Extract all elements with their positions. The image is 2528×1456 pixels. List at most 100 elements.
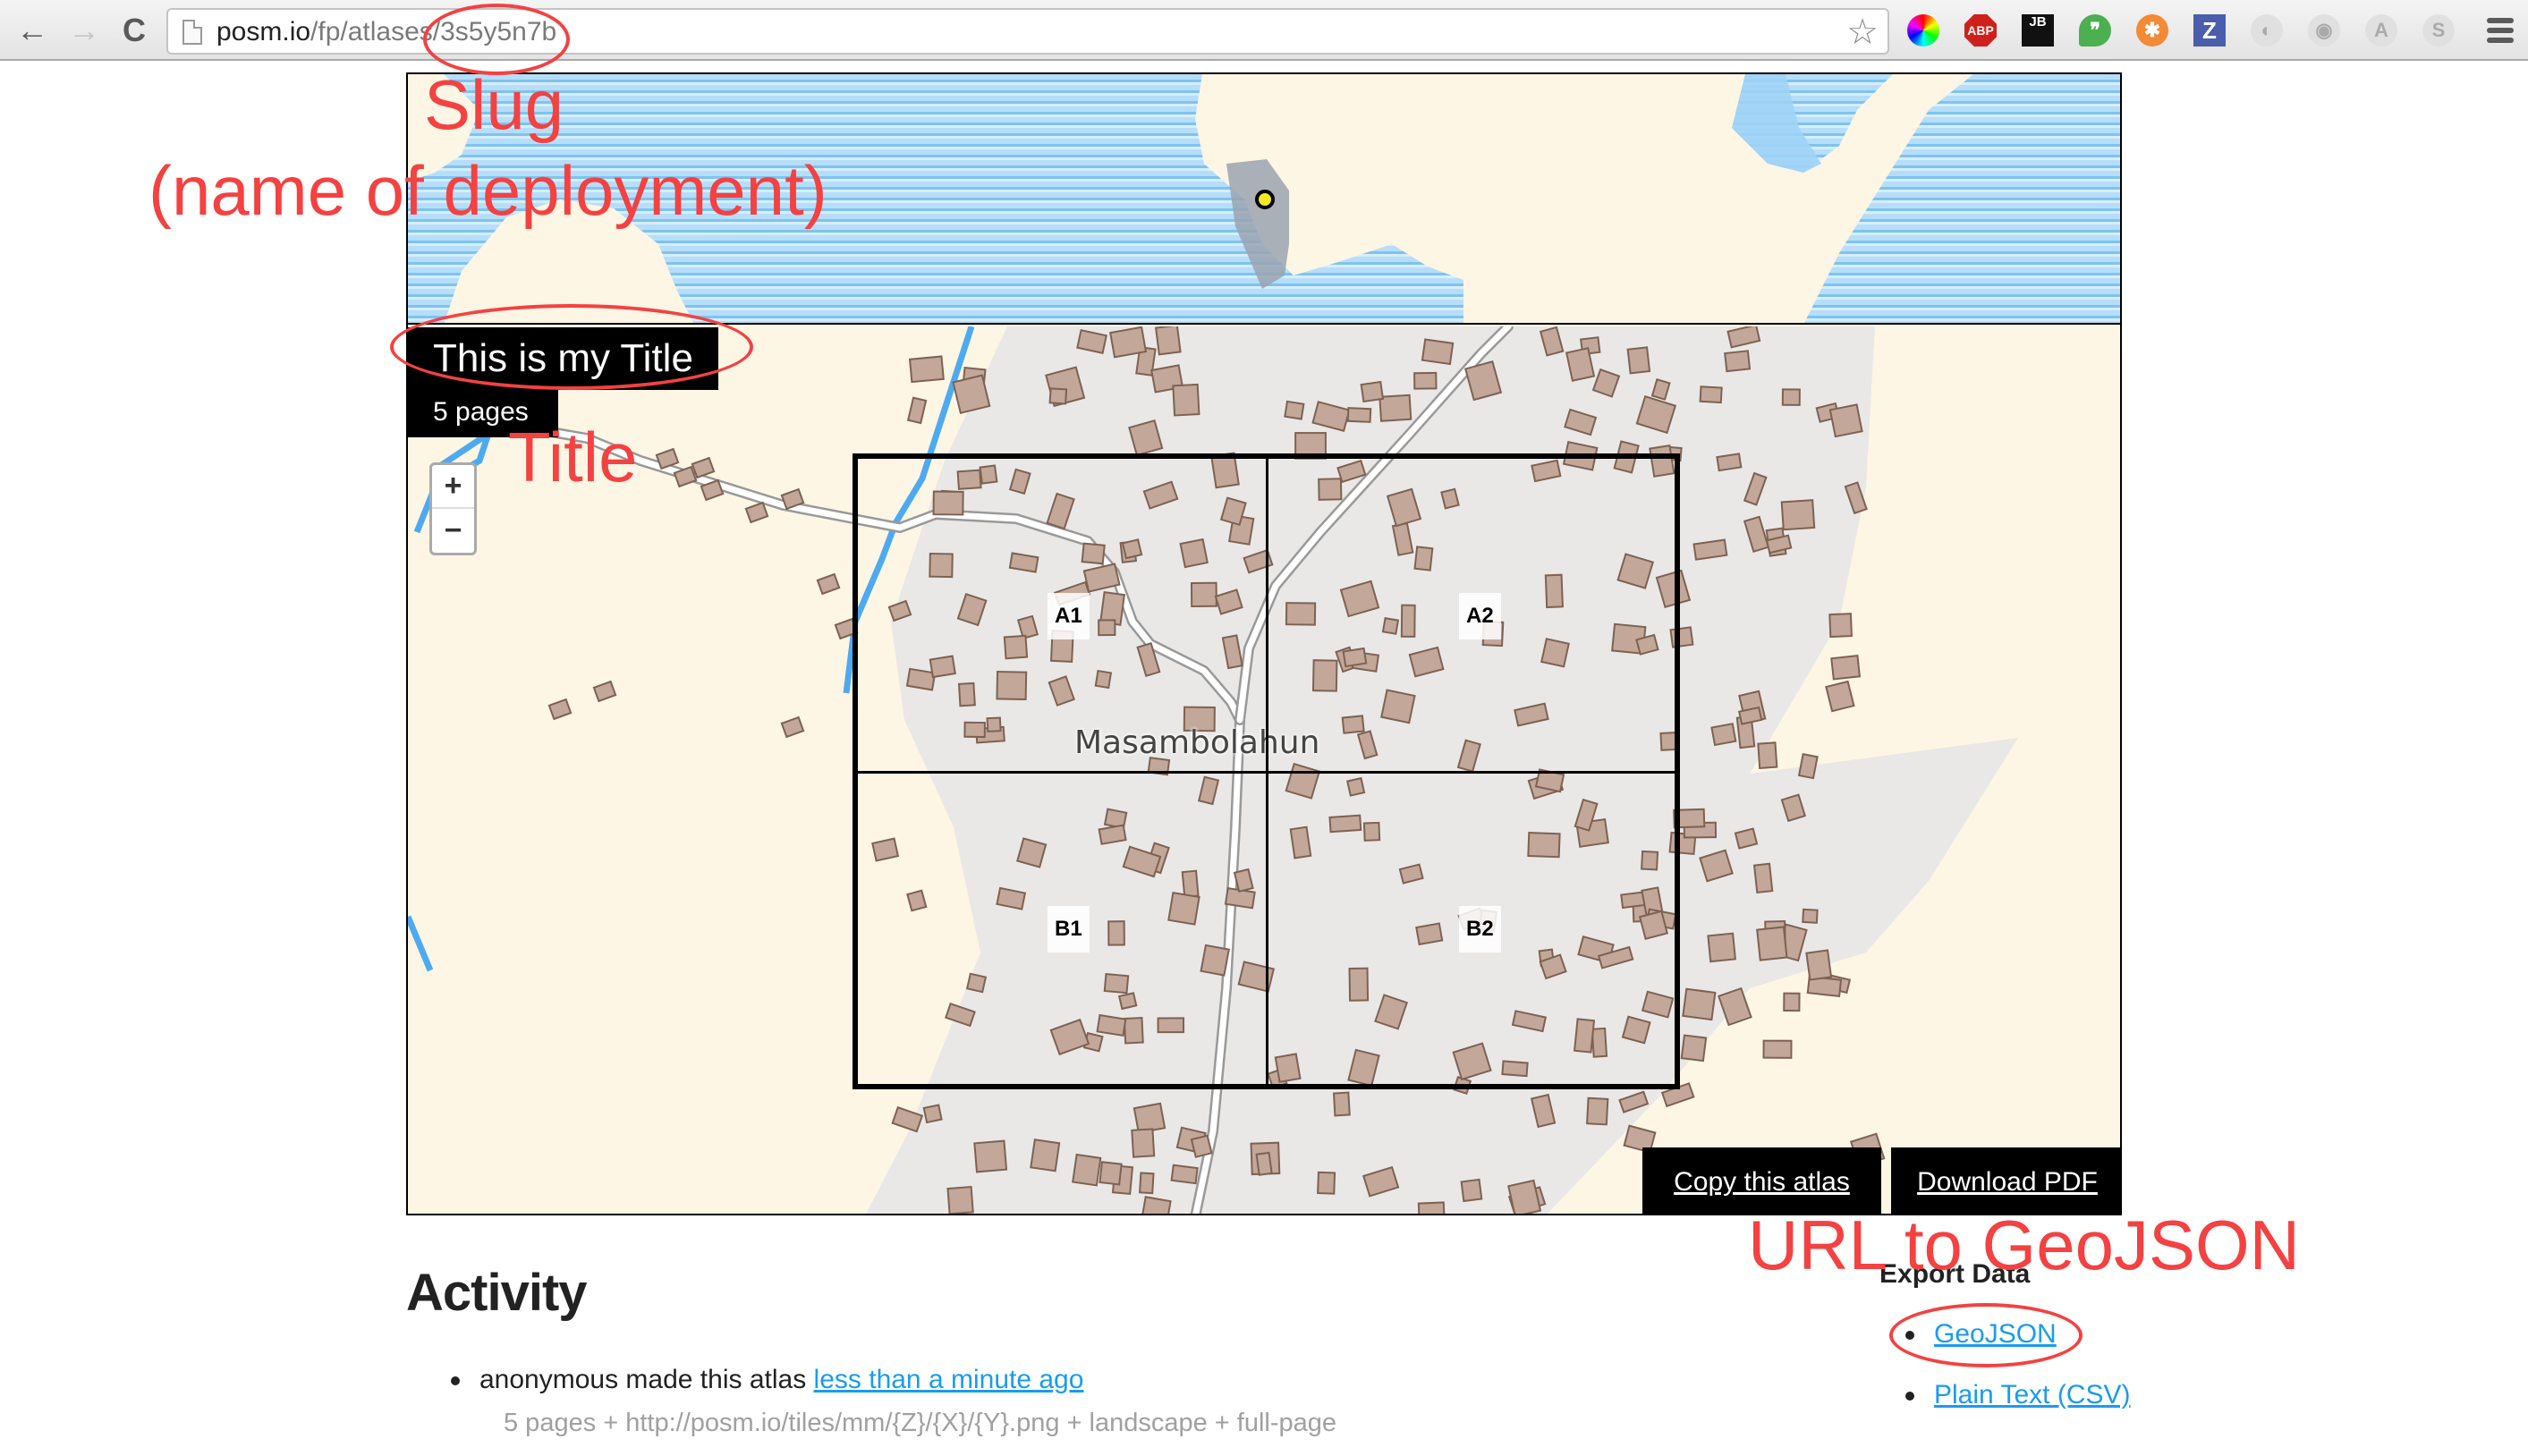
building — [1048, 387, 1068, 405]
reload-icon: C — [123, 12, 146, 48]
building — [1565, 347, 1596, 382]
star-icon[interactable]: ☆ — [1846, 12, 1879, 53]
building — [1284, 400, 1305, 420]
slug-sub-annotation: (name of deployment) — [148, 151, 827, 230]
country-highlight — [1226, 159, 1289, 289]
zoom-out-button[interactable]: − — [432, 509, 474, 553]
activity-details: 5 pages + http://posm.io/tiles/mm/{Z}/{X… — [504, 1409, 1337, 1437]
building — [906, 396, 928, 425]
building — [1255, 1151, 1273, 1176]
building — [952, 374, 991, 415]
building — [1417, 1201, 1446, 1214]
building — [1716, 453, 1743, 472]
building — [1170, 1164, 1199, 1185]
bullet-icon — [1905, 1392, 1914, 1401]
activity-text: anonymous made this atlas — [479, 1365, 814, 1394]
page-icon — [182, 20, 202, 45]
url-host: posm.io — [216, 17, 311, 47]
building — [1586, 1096, 1609, 1126]
building — [1783, 992, 1801, 1012]
geojson-annotation: URL to GeoJSON — [1748, 1206, 2300, 1284]
color-picker-icon[interactable] — [1907, 14, 1939, 47]
forward-button[interactable]: → — [66, 12, 102, 48]
browser-toolbar: ← → C posm.io/fp/atlases/3s5y5n7b ☆ ABP J… — [0, 0, 2528, 61]
building — [1710, 723, 1737, 747]
building — [1317, 1171, 1336, 1195]
grid-cell-a1[interactable]: A1 — [1048, 593, 1090, 639]
building — [547, 698, 573, 721]
building — [1072, 1153, 1102, 1187]
building — [908, 355, 945, 384]
hangouts-icon[interactable]: ❞ — [2079, 14, 2111, 47]
menu-icon[interactable] — [2487, 18, 2514, 43]
building — [1830, 655, 1862, 681]
building — [1802, 908, 1819, 924]
building — [1828, 613, 1853, 639]
slug-highlight-ellipse — [423, 4, 570, 75]
building — [1346, 407, 1372, 423]
grey-extension-2-icon[interactable]: ◉ — [2308, 14, 2340, 47]
building — [1099, 1161, 1123, 1186]
building — [1680, 1034, 1708, 1062]
building — [1140, 1196, 1172, 1214]
building — [816, 572, 841, 596]
building — [1332, 1091, 1351, 1117]
building — [1190, 1134, 1213, 1158]
building — [1797, 752, 1819, 780]
atlas-page-grid[interactable]: A1 A2 B1 B2 — [853, 453, 1680, 1089]
slug-annotation: Slug — [424, 65, 564, 144]
arrow-right-icon: → — [68, 12, 100, 48]
building — [946, 1185, 974, 1214]
activity-heading: Activity — [406, 1264, 588, 1322]
river-southwest — [408, 915, 434, 972]
grid-horizontal-divider — [858, 771, 1675, 774]
building — [1682, 987, 1717, 1021]
back-button[interactable]: ← — [14, 12, 50, 48]
building — [1734, 827, 1759, 850]
building — [655, 447, 680, 470]
building — [1707, 932, 1736, 963]
building — [592, 680, 617, 703]
building — [1460, 1178, 1483, 1203]
bullet-icon — [451, 1376, 460, 1386]
geojson-highlight-ellipse — [1889, 1303, 2083, 1367]
building — [1030, 1139, 1061, 1172]
building — [1413, 371, 1438, 390]
building — [744, 501, 769, 524]
arrow-left-icon: ← — [16, 12, 48, 48]
building — [1154, 326, 1182, 356]
building — [1699, 385, 1723, 404]
title-highlight-ellipse — [390, 304, 753, 390]
location-marker[interactable] — [1255, 190, 1275, 209]
grid-cell-b1[interactable]: B1 — [1048, 906, 1090, 952]
building — [1421, 338, 1455, 366]
building — [1626, 346, 1651, 375]
building — [922, 1104, 943, 1124]
angular-icon[interactable]: A — [2365, 14, 2397, 47]
skype-icon[interactable]: S — [2422, 14, 2455, 47]
activity-time-link[interactable]: less than a minute ago — [814, 1365, 1084, 1394]
land-africa — [1195, 74, 2120, 323]
building — [1781, 388, 1801, 406]
building — [1724, 350, 1752, 373]
z-extension-icon[interactable]: Z — [2193, 14, 2226, 47]
grey-extension-1-icon[interactable]: ◐ — [2251, 14, 2283, 47]
jetbrains-icon[interactable]: JB — [2022, 14, 2054, 47]
orange-extension-icon[interactable]: ✱ — [2136, 14, 2168, 47]
building — [780, 715, 805, 739]
building — [1131, 1128, 1156, 1158]
building — [1172, 383, 1200, 417]
building — [1757, 741, 1778, 769]
atlas-map[interactable]: This is my Title 5 pages + − Masambolahu… — [406, 72, 2122, 1215]
building — [973, 1139, 1008, 1173]
adblock-plus-icon[interactable]: ABP — [1964, 14, 1997, 47]
zoom-control: + − — [429, 462, 477, 555]
grid-cell-a2[interactable]: A2 — [1459, 593, 1501, 639]
activity-item: anonymous made this atlas less than a mi… — [451, 1365, 1083, 1395]
reload-button[interactable]: C — [116, 12, 152, 48]
zoom-in-button[interactable]: + — [432, 465, 474, 509]
csv-link[interactable]: Plain Text (CSV) — [1934, 1380, 2131, 1409]
building — [1762, 1039, 1793, 1059]
grid-cell-b2[interactable]: B2 — [1459, 906, 1501, 952]
building — [1805, 949, 1833, 981]
